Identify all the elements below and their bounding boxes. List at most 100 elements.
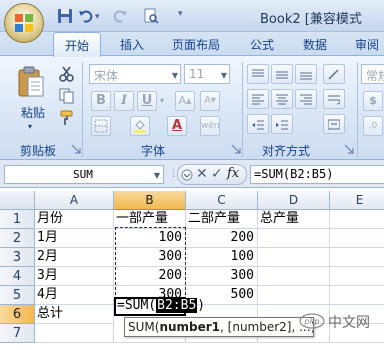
align-middle-button[interactable] <box>271 64 293 84</box>
cell-b1[interactable]: 一部产量 <box>114 210 186 229</box>
cell-c4[interactable]: 300 <box>186 267 258 286</box>
tab-page-layout[interactable]: 页面布局 <box>172 36 220 53</box>
cell-a2[interactable]: 1月 <box>35 229 114 248</box>
cell-d2[interactable] <box>258 229 330 248</box>
clipboard-launcher-icon[interactable] <box>71 144 81 154</box>
cell-a4[interactable]: 3月 <box>35 267 114 286</box>
cancel-icon[interactable]: ✕ <box>196 166 208 182</box>
decrease-indent-button[interactable] <box>247 114 269 134</box>
increase-indent-button[interactable] <box>271 114 293 134</box>
cell-e2[interactable] <box>330 229 384 248</box>
align-right-button[interactable] <box>295 89 317 109</box>
cell-b2[interactable]: 100 <box>114 229 186 248</box>
font-launcher-icon[interactable] <box>231 144 241 154</box>
copy-icon[interactable] <box>58 87 76 105</box>
cell-a6[interactable]: 总计 <box>35 305 114 324</box>
fill-color-icon <box>134 120 146 133</box>
cell-a3[interactable]: 2月 <box>35 248 114 267</box>
cell-e4[interactable] <box>330 267 384 286</box>
align-center-button[interactable] <box>271 89 293 109</box>
chevron-down-icon[interactable]: ▼ <box>154 171 160 180</box>
cell-d1[interactable]: 总产量 <box>258 210 330 229</box>
column-header-d[interactable]: D <box>258 191 330 210</box>
function-tooltip[interactable]: SUM(number1, [number2], ...) <box>124 317 314 337</box>
orientation-button[interactable] <box>323 64 345 84</box>
active-cell-b6[interactable]: =SUM(B2:B5) <box>114 297 205 316</box>
borders-icon <box>94 119 108 133</box>
cell-e5[interactable] <box>330 286 384 305</box>
merge-center-button[interactable] <box>323 114 345 134</box>
row-header-4[interactable]: 4 <box>0 267 35 286</box>
underline-dropdown-icon[interactable]: ▾ <box>160 96 164 105</box>
paste-dropdown-icon[interactable]: ▾ <box>28 122 32 131</box>
align-bottom-button[interactable] <box>295 64 317 84</box>
alignment-group-label: 对齐方式 <box>262 144 311 158</box>
fill-color-button[interactable] <box>130 116 150 136</box>
cell-a5[interactable]: 4月 <box>35 286 114 305</box>
function-menu-icon[interactable] <box>181 169 193 181</box>
font-size-combo[interactable]: 11 ▼ <box>184 64 230 84</box>
window-title: Book2 [兼容模式 <box>260 12 362 27</box>
cell-c2[interactable]: 200 <box>186 229 258 248</box>
column-header-c[interactable]: C <box>186 191 258 210</box>
cell-e1[interactable] <box>330 210 384 229</box>
chevron-down-icon: ▼ <box>220 71 227 80</box>
increase-decimal-button[interactable]: .0 <box>363 116 383 136</box>
cell-d4[interactable] <box>258 267 330 286</box>
cell-d5[interactable] <box>258 286 330 305</box>
font-name-combo[interactable]: 宋体 ▼ <box>89 64 181 84</box>
cell-d3[interactable] <box>258 248 330 267</box>
select-all-button[interactable] <box>0 191 35 210</box>
cell-b3[interactable]: 300 <box>114 248 186 267</box>
row-header-5[interactable]: 5 <box>0 286 35 305</box>
font-color-button[interactable]: A <box>167 116 187 136</box>
cell-e3[interactable] <box>330 248 384 267</box>
enter-icon[interactable]: ✓ <box>211 166 223 182</box>
tab-data[interactable]: 数据 <box>303 36 327 53</box>
decrease-font-button[interactable]: A▾ <box>200 91 220 111</box>
formula-suffix: ) <box>197 298 206 313</box>
paste-button[interactable]: 粘贴 ▾ <box>9 64 53 138</box>
wrap-text-button[interactable] <box>323 89 345 109</box>
tab-insert[interactable]: 插入 <box>120 36 144 53</box>
undo-dropdown-icon[interactable]: ▾ <box>95 12 100 22</box>
increase-font-button[interactable]: A▴ <box>175 91 195 111</box>
tab-formulas[interactable]: 公式 <box>250 36 274 53</box>
format-painter-icon[interactable] <box>58 109 76 127</box>
tab-home[interactable]: 开始 <box>53 32 101 57</box>
row-header-2[interactable]: 2 <box>0 229 35 248</box>
align-top-button[interactable] <box>247 64 269 84</box>
formula-input[interactable]: =SUM(B2:B5) <box>250 165 384 184</box>
print-preview-icon[interactable] <box>143 8 159 24</box>
row-header-1[interactable]: 1 <box>0 210 35 229</box>
cell-edit-text[interactable]: =SUM(B2:B5) <box>117 298 205 313</box>
cell-c3[interactable]: 100 <box>186 248 258 267</box>
cell-a7[interactable] <box>35 324 114 343</box>
number-format-combo[interactable]: 常规 <box>361 64 384 84</box>
column-header-a[interactable]: A <box>35 191 114 210</box>
office-button[interactable] <box>4 3 44 43</box>
column-header-b[interactable]: B <box>114 191 186 210</box>
undo-icon[interactable] <box>78 8 94 24</box>
customize-qat-icon[interactable]: ▾ <box>178 9 183 19</box>
bold-button[interactable]: B <box>91 91 111 111</box>
cell-b4[interactable]: 200 <box>114 267 186 286</box>
name-box[interactable]: SUM ▼ <box>4 165 164 184</box>
align-left-button[interactable] <box>247 89 269 109</box>
cell-a1[interactable]: 月份 <box>35 210 114 229</box>
save-icon[interactable] <box>57 8 73 24</box>
alignment-launcher-icon[interactable] <box>344 144 354 154</box>
column-header-e[interactable]: E <box>330 191 384 210</box>
cut-icon[interactable] <box>58 65 76 83</box>
row-header-6[interactable]: 6 <box>0 305 35 324</box>
phonetic-button[interactable]: wén <box>200 116 220 136</box>
tab-review[interactable]: 审阅 <box>355 36 379 53</box>
row-header-7[interactable]: 7 <box>0 324 35 343</box>
cell-c1[interactable]: 二部产量 <box>186 210 258 229</box>
accounting-format-button[interactable]: $ <box>363 91 383 111</box>
insert-function-icon[interactable]: fx <box>227 166 239 181</box>
underline-button[interactable]: U <box>137 91 157 111</box>
italic-button[interactable]: I <box>114 91 134 111</box>
borders-button[interactable] <box>91 116 111 136</box>
row-header-3[interactable]: 3 <box>0 248 35 267</box>
